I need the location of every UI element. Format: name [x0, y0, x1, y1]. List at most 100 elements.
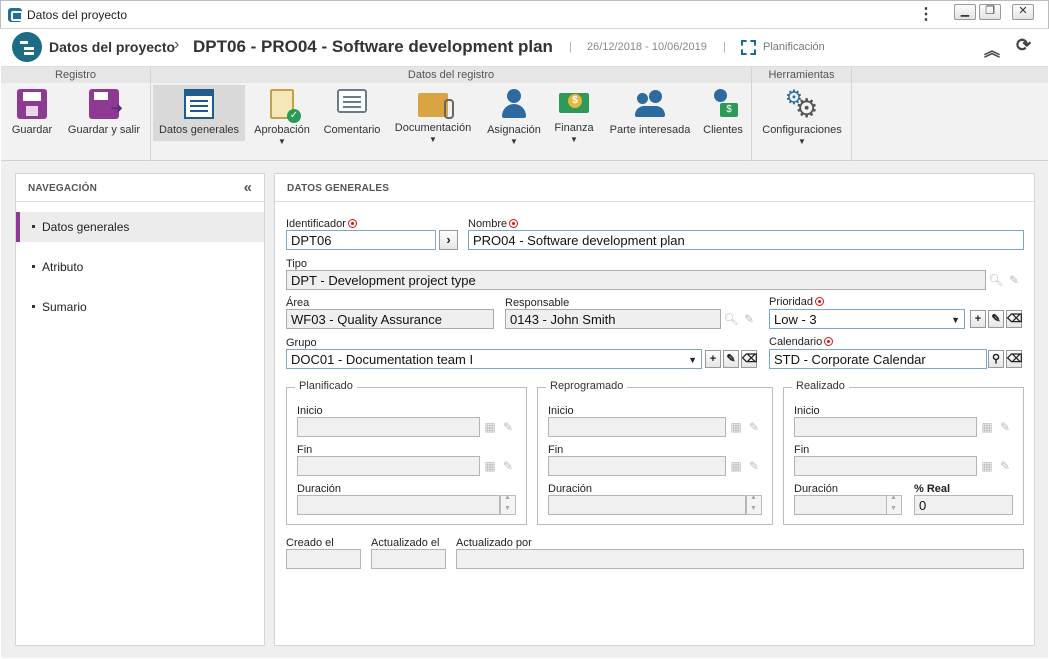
rescheduled-start-field[interactable]	[548, 417, 726, 437]
calendar-icon[interactable]: ▦	[728, 457, 744, 475]
money-icon	[559, 93, 589, 113]
required-icon	[347, 219, 357, 228]
stepper-icon[interactable]	[746, 494, 762, 515]
nav-item-general-data[interactable]: Datos generales	[16, 212, 264, 242]
clear-brush-icon[interactable]: ⌫	[1006, 350, 1023, 368]
gears-icon	[785, 85, 818, 121]
refresh-icon[interactable]: ⟳	[1016, 35, 1031, 56]
ribbon-group-datos: Datos del registro	[151, 67, 751, 83]
planned-duration-field[interactable]	[297, 495, 500, 515]
edit-icon[interactable]: ✎	[723, 350, 739, 368]
stepper-icon[interactable]	[500, 494, 516, 515]
clear-brush-icon[interactable]: ✎	[746, 418, 762, 436]
actual-end-label: Fin	[794, 444, 810, 456]
required-icon	[824, 337, 834, 346]
search-icon[interactable]: 🔍︎	[723, 310, 739, 328]
clear-brush-icon[interactable]: ✎	[500, 418, 516, 436]
name-field[interactable]: PRO04 - Software development plan	[468, 230, 1024, 250]
dropdown-arrow-icon: ▼	[688, 355, 697, 365]
type-label: Tipo	[286, 258, 307, 270]
group-label: Grupo	[286, 337, 317, 349]
clear-brush-icon[interactable]: ✎	[997, 418, 1013, 436]
stakeholder-button-label: Parte interesada	[609, 124, 691, 136]
general-data-button[interactable]: Datos generales	[153, 85, 245, 141]
assignment-button[interactable]: Asignación ▼	[483, 85, 545, 146]
dropdown-arrow-icon: ▼	[951, 315, 960, 325]
clear-brush-icon[interactable]: ⌫	[1006, 310, 1023, 328]
calendar-icon[interactable]: ▦	[728, 418, 744, 436]
documentation-button[interactable]: Documentación ▼	[391, 85, 475, 144]
calendar-field[interactable]: STD - Corporate Calendar	[769, 349, 987, 369]
clients-button[interactable]: Clientes	[699, 85, 747, 141]
approval-button[interactable]: Aprobación ▼	[251, 85, 313, 146]
actual-end-field[interactable]	[794, 456, 977, 476]
created-on-field[interactable]	[286, 549, 361, 569]
clear-brush-icon[interactable]: ✎	[746, 457, 762, 475]
stepper-icon[interactable]	[886, 494, 902, 515]
general-data-panel: DATOS GENERALES Identificador DPT06 › No…	[274, 173, 1035, 646]
minimize-icon[interactable]: ▁	[954, 4, 976, 20]
save-exit-button-label: Guardar y salir	[67, 124, 141, 136]
stakeholder-button[interactable]: Parte interesada	[605, 85, 695, 141]
responsible-field[interactable]: 0143 - John Smith	[505, 309, 721, 329]
user-icon	[499, 89, 529, 119]
kebab-icon[interactable]: ⋮	[918, 6, 934, 24]
finance-button[interactable]: Finanza ▼	[551, 85, 597, 144]
collapse-up-icon[interactable]: ︽	[984, 37, 1000, 61]
clear-brush-icon[interactable]: ✎	[997, 457, 1013, 475]
calendar-icon[interactable]: ▦	[482, 418, 498, 436]
module-logo-icon	[12, 32, 42, 62]
rescheduled-duration-field[interactable]	[548, 495, 746, 515]
calendar-icon[interactable]: ▦	[979, 457, 995, 475]
group-select[interactable]: DOC01 - Documentation team I ▼	[286, 349, 702, 369]
search-icon[interactable]: 🔍︎	[988, 271, 1004, 289]
chevron-right-icon[interactable]: ›	[439, 230, 458, 250]
form-icon	[184, 89, 214, 119]
collapse-left-icon[interactable]: «	[244, 179, 252, 196]
clear-brush-icon[interactable]: ⌫	[741, 350, 758, 368]
add-icon[interactable]: +	[970, 310, 986, 328]
clients-button-label: Clientes	[703, 124, 743, 136]
rescheduled-end-field[interactable]	[548, 456, 726, 476]
nav-item-attribute[interactable]: Atributo	[16, 252, 264, 282]
search-icon[interactable]: ⚲	[988, 350, 1004, 368]
users-icon	[635, 89, 665, 119]
rescheduled-fieldset: Reprogramado Inicio ▦ ✎ Fin ▦ ✎ Duración	[537, 380, 773, 525]
panel-title: DATOS GENERALES	[275, 174, 1034, 202]
header-divider: |	[569, 41, 572, 53]
restore-icon[interactable]: ❐	[979, 4, 1001, 20]
identifier-field[interactable]: DPT06	[286, 230, 436, 250]
save-button[interactable]: Guardar	[7, 85, 57, 141]
edit-icon[interactable]: ✎	[988, 310, 1004, 328]
type-field[interactable]: DPT - Development project type	[286, 270, 986, 290]
clear-brush-icon[interactable]: ✎	[741, 310, 757, 328]
name-label: Nombre	[468, 218, 519, 230]
updated-on-field[interactable]	[371, 549, 446, 569]
save-and-exit-button[interactable]: Guardar y salir	[63, 85, 145, 141]
actual-duration-field[interactable]	[794, 495, 887, 515]
updated-by-label: Actualizado por	[456, 537, 532, 549]
ribbon-group-herramientas: Herramientas	[752, 67, 851, 83]
close-icon[interactable]: ✕	[1012, 4, 1034, 20]
settings-button[interactable]: Configuraciones ▼	[758, 85, 846, 146]
nav-item-label: Sumario	[42, 300, 87, 314]
planning-status-icon	[741, 40, 756, 55]
planned-end-field[interactable]	[297, 456, 480, 476]
actual-start-field[interactable]	[794, 417, 977, 437]
breadcrumb-section[interactable]: Datos del proyecto	[49, 39, 175, 55]
area-field[interactable]: WF03 - Quality Assurance	[286, 309, 494, 329]
updated-by-field[interactable]	[456, 549, 1024, 569]
navigation-panel: NAVEGACIÓN « Datos generales Atributo Su…	[15, 173, 265, 646]
clear-brush-icon[interactable]: ✎	[1006, 271, 1022, 289]
comment-button[interactable]: Comentario	[321, 85, 383, 141]
nav-item-summary[interactable]: Sumario	[16, 292, 264, 322]
add-icon[interactable]: +	[705, 350, 721, 368]
calendar-icon[interactable]: ▦	[482, 457, 498, 475]
folder-attachment-icon	[418, 93, 454, 119]
percent-real-field[interactable]: 0	[914, 495, 1013, 515]
planned-start-field[interactable]	[297, 417, 480, 437]
group-value: DOC01 - Documentation team I	[291, 352, 474, 367]
calendar-icon[interactable]: ▦	[979, 418, 995, 436]
clear-brush-icon[interactable]: ✎	[500, 457, 516, 475]
priority-select[interactable]: Low - 3 ▼	[769, 309, 965, 329]
